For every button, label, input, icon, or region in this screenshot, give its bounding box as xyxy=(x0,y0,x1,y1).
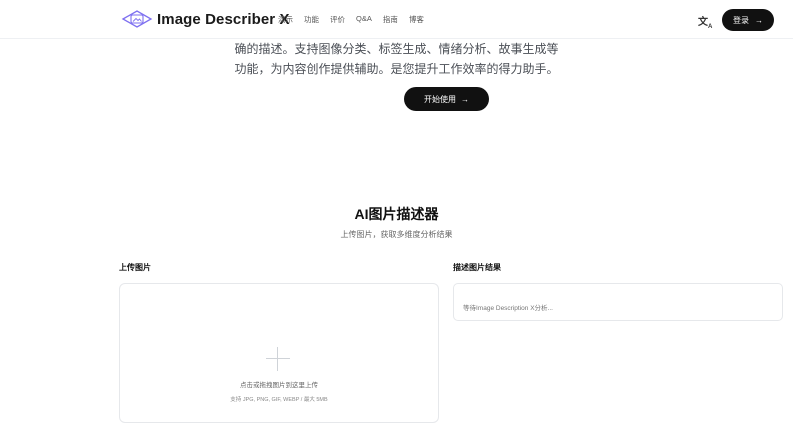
plus-icon xyxy=(266,347,290,371)
result-placeholder: 等待Image Description X分析... xyxy=(463,305,553,312)
upload-heading: 上传图片 xyxy=(119,263,151,272)
nav-link-features[interactable]: 功能 xyxy=(304,14,319,25)
start-label: 开始使用 xyxy=(424,94,456,104)
nav-link-demo[interactable]: 演示 xyxy=(278,14,293,25)
brand-name[interactable]: Image Describer X xyxy=(157,11,290,28)
top-navbar: Image Describer X 演示 功能 评价 Q&A 指南 博客 文A … xyxy=(0,0,793,39)
hero-description-line-2: 功能，为内容创作提供辅助。是您提升工作效率的得力助手。 xyxy=(234,62,559,76)
translate-icon[interactable]: 文A xyxy=(698,13,712,30)
nav-link-blog[interactable]: 博客 xyxy=(409,14,424,25)
arrow-right-icon: → xyxy=(461,94,469,104)
start-button[interactable]: 开始使用 → xyxy=(404,87,489,111)
arrow-right-icon: → xyxy=(755,15,763,25)
nav-link-guide[interactable]: 指南 xyxy=(383,14,398,25)
upload-hint: 点击或拖拽图片到这里上传 xyxy=(240,382,318,389)
nav-link-qa[interactable]: Q&A xyxy=(356,14,372,25)
nav-link-reviews[interactable]: 评价 xyxy=(330,14,345,25)
login-label: 登录 xyxy=(733,15,749,25)
hero-description-line-1: 确的描述。支持图像分类、标签生成、情绪分析、故事生成等 xyxy=(234,42,559,56)
section-subtitle: 上传图片，获取多维度分析结果 xyxy=(340,230,453,239)
result-heading: 描述图片结果 xyxy=(453,263,501,272)
upload-formats: 支持 JPG, PNG, GIF, WEBP / 最大 5MB xyxy=(230,397,328,403)
nav-links: 演示 功能 评价 Q&A 指南 博客 xyxy=(278,14,435,25)
section-title: AI图片描述器 xyxy=(354,206,439,222)
login-button[interactable]: 登录 → xyxy=(722,9,774,31)
logo-icon[interactable] xyxy=(121,9,153,29)
